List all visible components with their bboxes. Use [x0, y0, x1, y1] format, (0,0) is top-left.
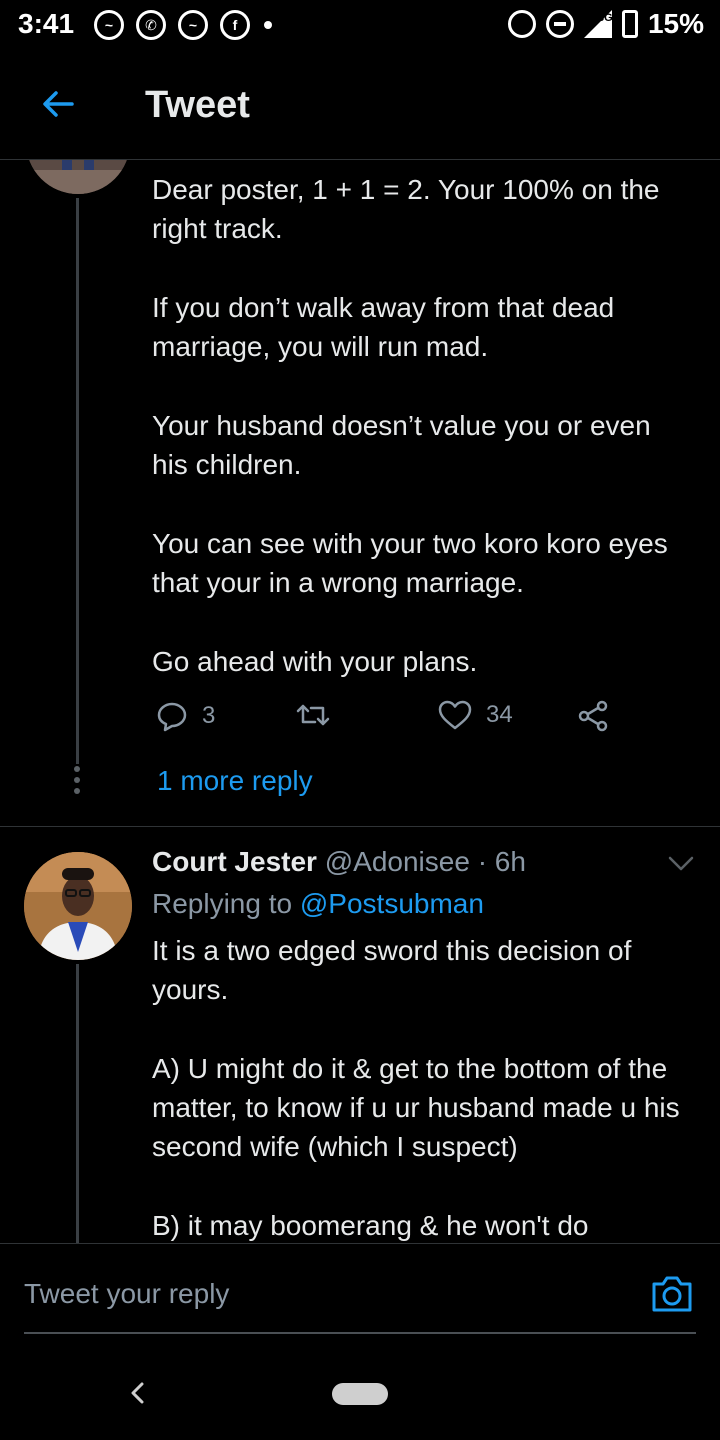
- share-button[interactable]: [578, 700, 610, 732]
- nav-back-icon[interactable]: [128, 1381, 148, 1405]
- retweet-icon: [296, 704, 330, 726]
- whatsapp-icon: ✆: [136, 10, 166, 40]
- network-label: 3G: [597, 12, 613, 24]
- thread-line: [76, 198, 79, 764]
- reply-input-underline: [24, 1332, 696, 1334]
- status-right: 3G 15%: [507, 8, 704, 40]
- more-replies-link[interactable]: 1 more reply: [157, 765, 313, 797]
- reply-button[interactable]: 3: [156, 700, 215, 732]
- divider: [0, 826, 720, 827]
- arrow-left-icon[interactable]: [38, 84, 78, 124]
- reply-icon: [157, 702, 187, 732]
- tweet-paragraph: Dear poster, 1 + 1 = 2. Your 100% on the…: [152, 174, 660, 244]
- status-time: 3:41: [18, 8, 75, 39]
- alarm-icon: [507, 10, 536, 38]
- replying-prefix: Replying to: [152, 888, 293, 919]
- facebook-icon: f: [220, 10, 250, 40]
- like-count: 34: [486, 701, 513, 728]
- tweet-text[interactable]: It is a two edged sword this decision of…: [152, 931, 700, 1245]
- notification-icons: ~ ✆ ~ f: [94, 10, 272, 40]
- tweet-time: · 6h: [477, 846, 526, 877]
- thread-line: [76, 964, 79, 1244]
- top-app-bar: Tweet: [0, 50, 720, 160]
- avatar[interactable]: [24, 852, 132, 960]
- author-name[interactable]: Court Jester: [152, 846, 317, 877]
- signal-icon: 3G: [583, 10, 613, 38]
- page-title: Tweet: [145, 84, 250, 126]
- tweet-paragraph: You can see with your two koro koro eyes…: [152, 528, 668, 598]
- tweet-paragraph: B) it may boomerang & he won't do: [152, 1210, 589, 1241]
- tweet-header: Court Jester @Adonisee · 6h: [152, 846, 526, 878]
- chevron-down-icon[interactable]: [668, 856, 694, 872]
- messenger-icon: ~: [94, 10, 124, 40]
- status-bar: 3:41 ~ ✆ ~ f 3G 15%: [0, 0, 720, 50]
- author-handle[interactable]: @Adonisee: [325, 846, 470, 877]
- more-notifications-dot: [264, 21, 272, 29]
- more-replies-dots: [74, 766, 80, 794]
- retweet-button[interactable]: [296, 700, 330, 730]
- reply-input[interactable]: Tweet your reply: [24, 1278, 229, 1310]
- tweet-paragraph: It is a two edged sword this decision of…: [152, 935, 632, 1005]
- battery-percent: 15%: [647, 8, 704, 39]
- reply-count: 3: [202, 702, 216, 729]
- battery-icon: [621, 10, 638, 38]
- do-not-disturb-icon: [545, 10, 574, 38]
- tweet-paragraph: Your husband doesn’t value you or even h…: [152, 410, 651, 480]
- share-icon: [578, 700, 608, 732]
- tweet-actions: 3 34: [152, 700, 622, 740]
- camera-icon[interactable]: [650, 1274, 694, 1314]
- system-nav-bar: [0, 1353, 720, 1440]
- tweet-paragraph: Go ahead with your plans.: [152, 646, 478, 677]
- tweet-text[interactable]: Dear poster, 1 + 1 = 2. Your 100% on the…: [152, 170, 692, 681]
- like-button[interactable]: 34: [438, 700, 513, 730]
- nav-home-pill[interactable]: [332, 1383, 388, 1405]
- replying-to: Replying to @Postsubman: [152, 888, 484, 920]
- heart-icon: [438, 700, 472, 730]
- replying-handle-link[interactable]: @Postsubman: [300, 888, 484, 919]
- tweet-paragraph: If you don’t walk away from that dead ma…: [152, 292, 615, 362]
- reply-composer: Tweet your reply: [0, 1243, 720, 1353]
- messenger-icon: ~: [178, 10, 208, 40]
- tweet-paragraph: A) U might do it & get to the bottom of …: [152, 1053, 680, 1162]
